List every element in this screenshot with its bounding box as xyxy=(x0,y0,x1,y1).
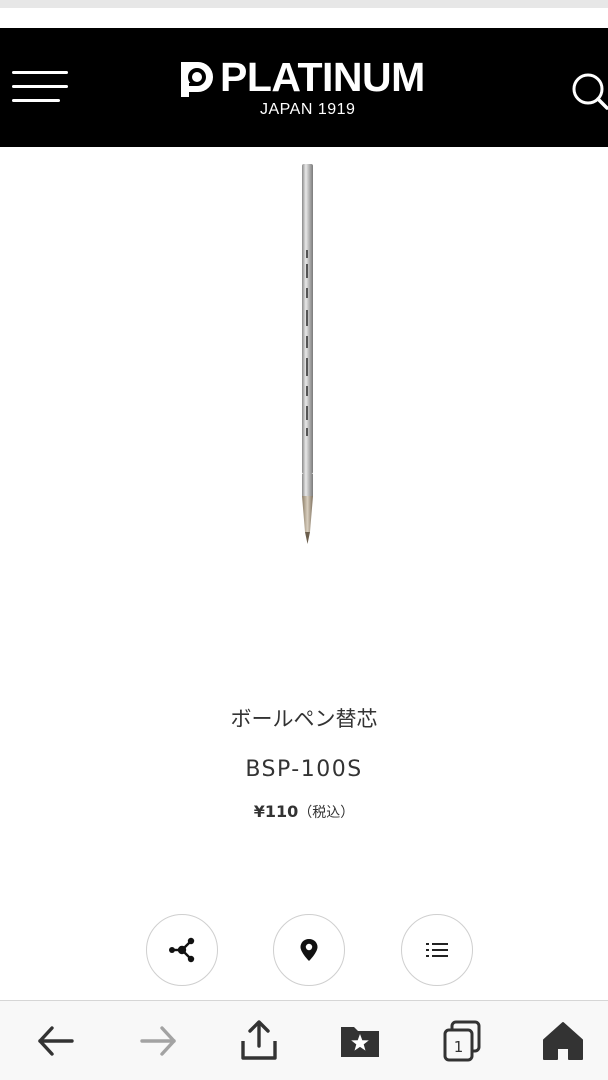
share-button[interactable] xyxy=(146,914,218,986)
share-upload-icon xyxy=(241,1020,277,1060)
platinum-logo[interactable]: PLATINUM JAPAN 1919 xyxy=(176,54,446,124)
product-code: BSP-100S xyxy=(245,757,363,782)
status-strip xyxy=(0,0,608,28)
hamburger-menu-icon[interactable] xyxy=(12,70,70,104)
forward-arrow-icon xyxy=(140,1026,176,1056)
back-arrow-icon xyxy=(38,1026,74,1056)
tabs-icon: 1 xyxy=(443,1020,481,1062)
product-name: ボールペン替芯 xyxy=(230,707,378,731)
list-button[interactable] xyxy=(401,914,473,986)
forward-button[interactable] xyxy=(136,1019,180,1063)
product-price: ¥110（税込） xyxy=(0,800,608,825)
top-divider xyxy=(0,0,608,8)
brand-tagline: JAPAN 1919 xyxy=(260,101,356,118)
browser-toolbar: 1 xyxy=(0,1000,608,1080)
brand-name: PLATINUM xyxy=(220,54,425,100)
back-button[interactable] xyxy=(34,1019,78,1063)
share-icon xyxy=(169,937,195,963)
list-icon xyxy=(426,943,448,957)
location-pin-icon xyxy=(300,939,318,961)
bookmarks-button[interactable] xyxy=(338,1019,382,1063)
home-icon xyxy=(543,1022,583,1060)
platinum-logo-mark-icon xyxy=(181,62,213,97)
price-amount: ¥110 xyxy=(253,802,299,821)
location-button[interactable] xyxy=(273,914,345,986)
page-share-button[interactable] xyxy=(237,1019,281,1063)
tabs-button[interactable]: 1 xyxy=(440,1019,484,1063)
site-header: PLATINUM JAPAN 1919 xyxy=(0,28,608,147)
home-button[interactable] xyxy=(541,1019,585,1063)
search-icon[interactable] xyxy=(570,72,608,110)
ballpoint-refill-image xyxy=(302,164,313,544)
bookmarks-icon xyxy=(341,1027,379,1057)
tax-note: （税込） xyxy=(298,805,355,821)
tab-count: 1 xyxy=(454,1038,464,1056)
